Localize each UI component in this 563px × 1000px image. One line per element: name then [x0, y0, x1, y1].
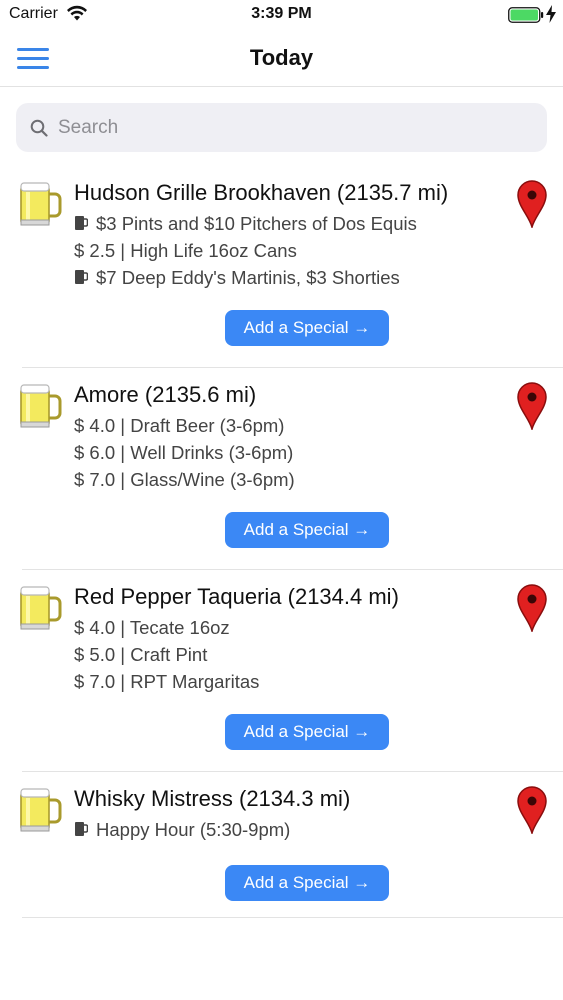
special-text: $3 Pints and $10 Pitchers of Dos Equis [96, 213, 417, 234]
page-title: Today [249, 45, 314, 70]
status-time: 3:39 PM [251, 5, 312, 22]
venue-name: Hudson Grille Brookhaven (2135.7 mi) [74, 180, 449, 205]
special-text: $ 2.5 | High Life 16oz Cans [74, 240, 297, 261]
listing-divider [22, 367, 563, 368]
special-item: $ 6.0 | Well Drinks (3-6pm) [74, 442, 293, 464]
special-text: $ 7.0 | RPT Margaritas [74, 671, 260, 692]
special-item: Happy Hour (5:30-9pm) [74, 819, 290, 841]
status-bar: Carrier 3:39 PM [0, 0, 563, 30]
listing-divider [22, 917, 563, 918]
add-special-button[interactable]: Add a Special → [225, 512, 389, 548]
map-pin-icon[interactable] [517, 584, 547, 634]
special-item: $3 Pints and $10 Pitchers of Dos Equis [74, 213, 417, 235]
beer-glass-icon [74, 819, 96, 840]
map-pin-icon[interactable] [517, 180, 547, 230]
special-text: $ 4.0 | Draft Beer (3-6pm) [74, 415, 285, 436]
special-text: $ 4.0 | Tecate 16oz [74, 617, 230, 638]
special-item: $ 4.0 | Tecate 16oz [74, 617, 230, 639]
special-item: $ 2.5 | High Life 16oz Cans [74, 240, 297, 262]
charging-bolt-icon [546, 5, 556, 23]
listing-card: Red Pepper Taqueria (2134.4 mi) $ 4.0 | T… [0, 584, 563, 772]
listing-divider [22, 771, 563, 772]
special-item: $ 5.0 | Craft Pint [74, 644, 207, 666]
special-text: $ 7.0 | Glass/Wine (3-6pm) [74, 469, 295, 490]
venue-name: Amore (2135.6 mi) [74, 382, 257, 407]
beer-mug-icon [18, 786, 62, 834]
battery-icon [508, 7, 544, 23]
beer-glass-icon [74, 267, 96, 288]
navigation-bar: Today [0, 30, 563, 87]
search-bar[interactable] [16, 103, 547, 152]
special-item: $7 Deep Eddy's Martinis, $3 Shorties [74, 267, 400, 289]
beer-mug-icon [18, 382, 62, 430]
special-text: $ 5.0 | Craft Pint [74, 644, 208, 665]
add-special-button[interactable]: Add a Special → [225, 310, 389, 346]
add-special-button[interactable]: Add a Special → [225, 865, 389, 901]
beer-mug-icon [18, 180, 62, 228]
venue-name: Red Pepper Taqueria (2134.4 mi) [74, 584, 399, 609]
listing-card: Whisky Mistress (2134.3 mi) Happy Hour (5… [0, 786, 563, 918]
special-item: $ 4.0 | Draft Beer (3-6pm) [74, 415, 284, 437]
listing-divider [22, 569, 563, 570]
search-icon [30, 119, 48, 137]
map-pin-icon[interactable] [517, 382, 547, 432]
beer-mug-icon [18, 584, 62, 632]
special-text: Happy Hour (5:30-9pm) [96, 819, 291, 840]
special-text: $ 6.0 | Well Drinks (3-6pm) [74, 442, 294, 463]
venue-name: Whisky Mistress (2134.3 mi) [74, 786, 351, 811]
add-special-button[interactable]: Add a Special → [225, 714, 389, 750]
special-text: $7 Deep Eddy's Martinis, $3 Shorties [96, 267, 400, 288]
listing-card: Amore (2135.6 mi) $ 4.0 | Draft Beer (3-6… [0, 382, 563, 570]
special-item: $ 7.0 | Glass/Wine (3-6pm) [74, 469, 295, 491]
beer-glass-icon [74, 213, 96, 234]
special-item: $ 7.0 | RPT Margaritas [74, 671, 259, 693]
map-pin-icon[interactable] [517, 786, 547, 836]
search-input[interactable] [56, 111, 530, 145]
listing-card: Hudson Grille Brookhaven (2135.7 mi) $3 P… [0, 180, 563, 368]
